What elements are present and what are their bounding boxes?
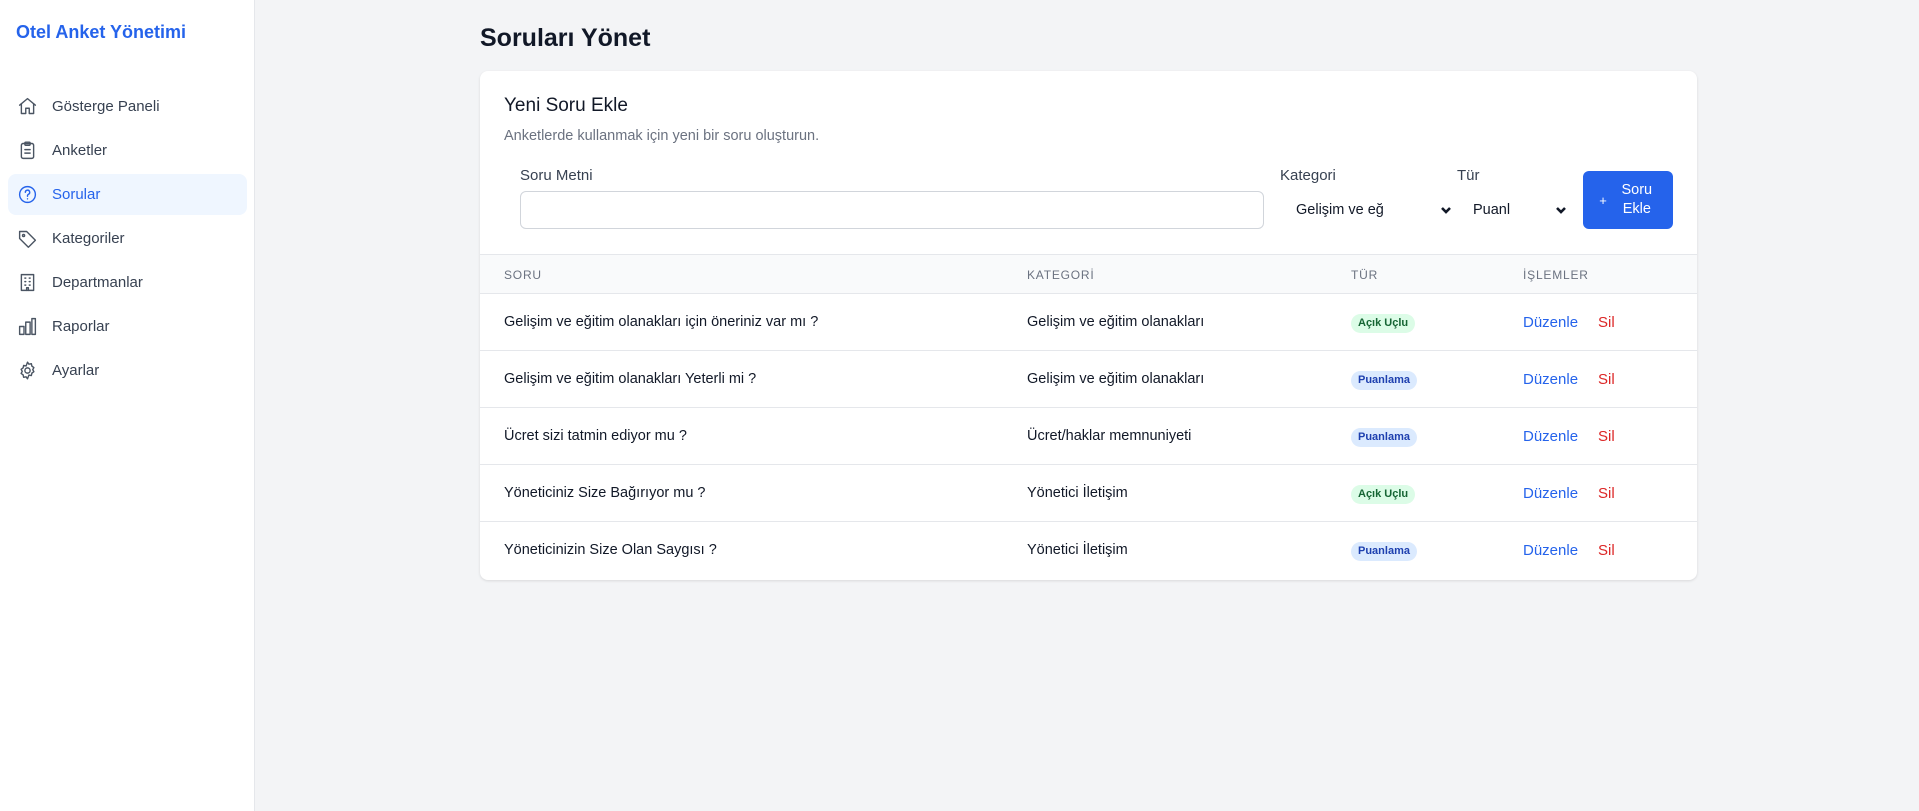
- sidebar: Otel Anket Yönetimi Gösterge Paneli Anke…: [0, 0, 255, 811]
- question-cell: Yöneticinizin Size Olan Saygısı ?: [504, 542, 717, 558]
- sidebar-item-label: Anketler: [52, 142, 108, 159]
- sidebar-nav: Gösterge Paneli Anketler Sorular Kategor…: [8, 86, 247, 394]
- sidebar-item-label: Kategoriler: [52, 230, 125, 247]
- questions-card: Yeni Soru Ekle Anketlerde kullanmak için…: [480, 71, 1697, 580]
- app-title[interactable]: Otel Anket Yönetimi: [16, 22, 186, 43]
- category-cell: Gelişim ve eğitim olanakları: [1027, 371, 1205, 387]
- type-badge: Açık Uçlu: [1351, 485, 1416, 504]
- category-select-value: Gelişim ve eğ: [1296, 202, 1384, 218]
- column-header-question: SORU: [504, 268, 542, 282]
- form-title: Yeni Soru Ekle: [504, 95, 628, 116]
- delete-link[interactable]: Sil: [1598, 408, 1615, 465]
- table-row: Ücret sizi tatmin ediyor mu ? Ücret/hakl…: [480, 408, 1697, 465]
- question-cell: Ücret sizi tatmin ediyor mu ?: [504, 428, 687, 444]
- table-row: Gelişim ve eğitim olanakları Yeterli mi …: [480, 351, 1697, 408]
- home-icon: [16, 96, 38, 118]
- type-select[interactable]: Puanl: [1473, 191, 1567, 229]
- table-row: Gelişim ve eğitim olanakları için önerin…: [480, 294, 1697, 351]
- question-cell: Yöneticiniz Size Bağırıyor mu ?: [504, 485, 706, 501]
- sidebar-item-label: Raporlar: [52, 318, 110, 335]
- add-question-button-label: Soru Ekle: [1621, 182, 1653, 217]
- form-subtitle: Anketlerde kullanmak için yeni bir soru …: [504, 128, 820, 144]
- tag-icon: [16, 228, 38, 250]
- type-badge: Puanlama: [1351, 542, 1417, 561]
- sidebar-item-dashboard[interactable]: Gösterge Paneli: [8, 86, 247, 127]
- gear-icon: [16, 360, 38, 382]
- column-header-category: KATEGORİ: [1027, 268, 1095, 282]
- sidebar-item-questions[interactable]: Sorular: [8, 174, 247, 215]
- sidebar-item-settings[interactable]: Ayarlar: [8, 350, 247, 391]
- plus-icon: +: [1599, 192, 1607, 208]
- table-header: SORU KATEGORİ TÜR İŞLEMLER: [480, 254, 1697, 294]
- sidebar-item-label: Departmanlar: [52, 274, 143, 291]
- edit-link[interactable]: Düzenle: [1523, 522, 1578, 579]
- question-cell: Gelişim ve eğitim olanakları için önerin…: [504, 314, 819, 330]
- question-cell: Gelişim ve eğitim olanakları Yeterli mi …: [504, 371, 757, 387]
- category-cell: Yönetici İletişim: [1027, 542, 1128, 558]
- table-row: Yöneticiniz Size Bağırıyor mu ? Yönetici…: [480, 465, 1697, 522]
- column-header-type: TÜR: [1351, 268, 1379, 282]
- sidebar-item-reports[interactable]: Raporlar: [8, 306, 247, 347]
- delete-link[interactable]: Sil: [1598, 522, 1615, 579]
- sidebar-item-label: Gösterge Paneli: [52, 98, 160, 115]
- type-badge: Puanlama: [1351, 371, 1417, 390]
- category-cell: Gelişim ve eğitim olanakları: [1027, 314, 1205, 330]
- clipboard-icon: [16, 140, 38, 162]
- category-cell: Yönetici İletişim: [1027, 485, 1128, 501]
- sidebar-item-departments[interactable]: Departmanlar: [8, 262, 247, 303]
- page-title: Soruları Yönet: [480, 24, 651, 52]
- chevron-down-icon: [1555, 191, 1567, 229]
- sidebar-item-categories[interactable]: Kategoriler: [8, 218, 247, 259]
- edit-link[interactable]: Düzenle: [1523, 294, 1578, 351]
- building-icon: [16, 272, 38, 294]
- add-question-button[interactable]: + Soru Ekle: [1583, 171, 1673, 229]
- type-badge: Puanlama: [1351, 428, 1417, 447]
- column-header-actions: İŞLEMLER: [1523, 268, 1589, 282]
- sidebar-item-label: Ayarlar: [52, 362, 100, 379]
- delete-link[interactable]: Sil: [1598, 294, 1615, 351]
- chevron-down-icon: [1440, 191, 1452, 229]
- type-select-value: Puanl: [1473, 202, 1511, 218]
- delete-link[interactable]: Sil: [1598, 351, 1615, 408]
- question-text-label: Soru Metni: [520, 167, 593, 184]
- edit-link[interactable]: Düzenle: [1523, 408, 1578, 465]
- category-label: Kategori: [1280, 167, 1336, 184]
- edit-link[interactable]: Düzenle: [1523, 351, 1578, 408]
- sidebar-item-surveys[interactable]: Anketler: [8, 130, 247, 171]
- table-row: Yöneticinizin Size Olan Saygısı ? Yöneti…: [480, 522, 1697, 579]
- category-cell: Ücret/haklar memnuniyeti: [1027, 428, 1192, 444]
- type-label: Tür: [1457, 167, 1480, 184]
- edit-link[interactable]: Düzenle: [1523, 465, 1578, 522]
- sidebar-item-label: Sorular: [52, 186, 101, 203]
- question-circle-icon: [16, 184, 38, 206]
- question-text-input[interactable]: [520, 191, 1264, 229]
- bar-chart-icon: [16, 316, 38, 338]
- delete-link[interactable]: Sil: [1598, 465, 1615, 522]
- type-badge: Açık Uçlu: [1351, 314, 1416, 333]
- category-select[interactable]: Gelişim ve eğ: [1296, 191, 1452, 229]
